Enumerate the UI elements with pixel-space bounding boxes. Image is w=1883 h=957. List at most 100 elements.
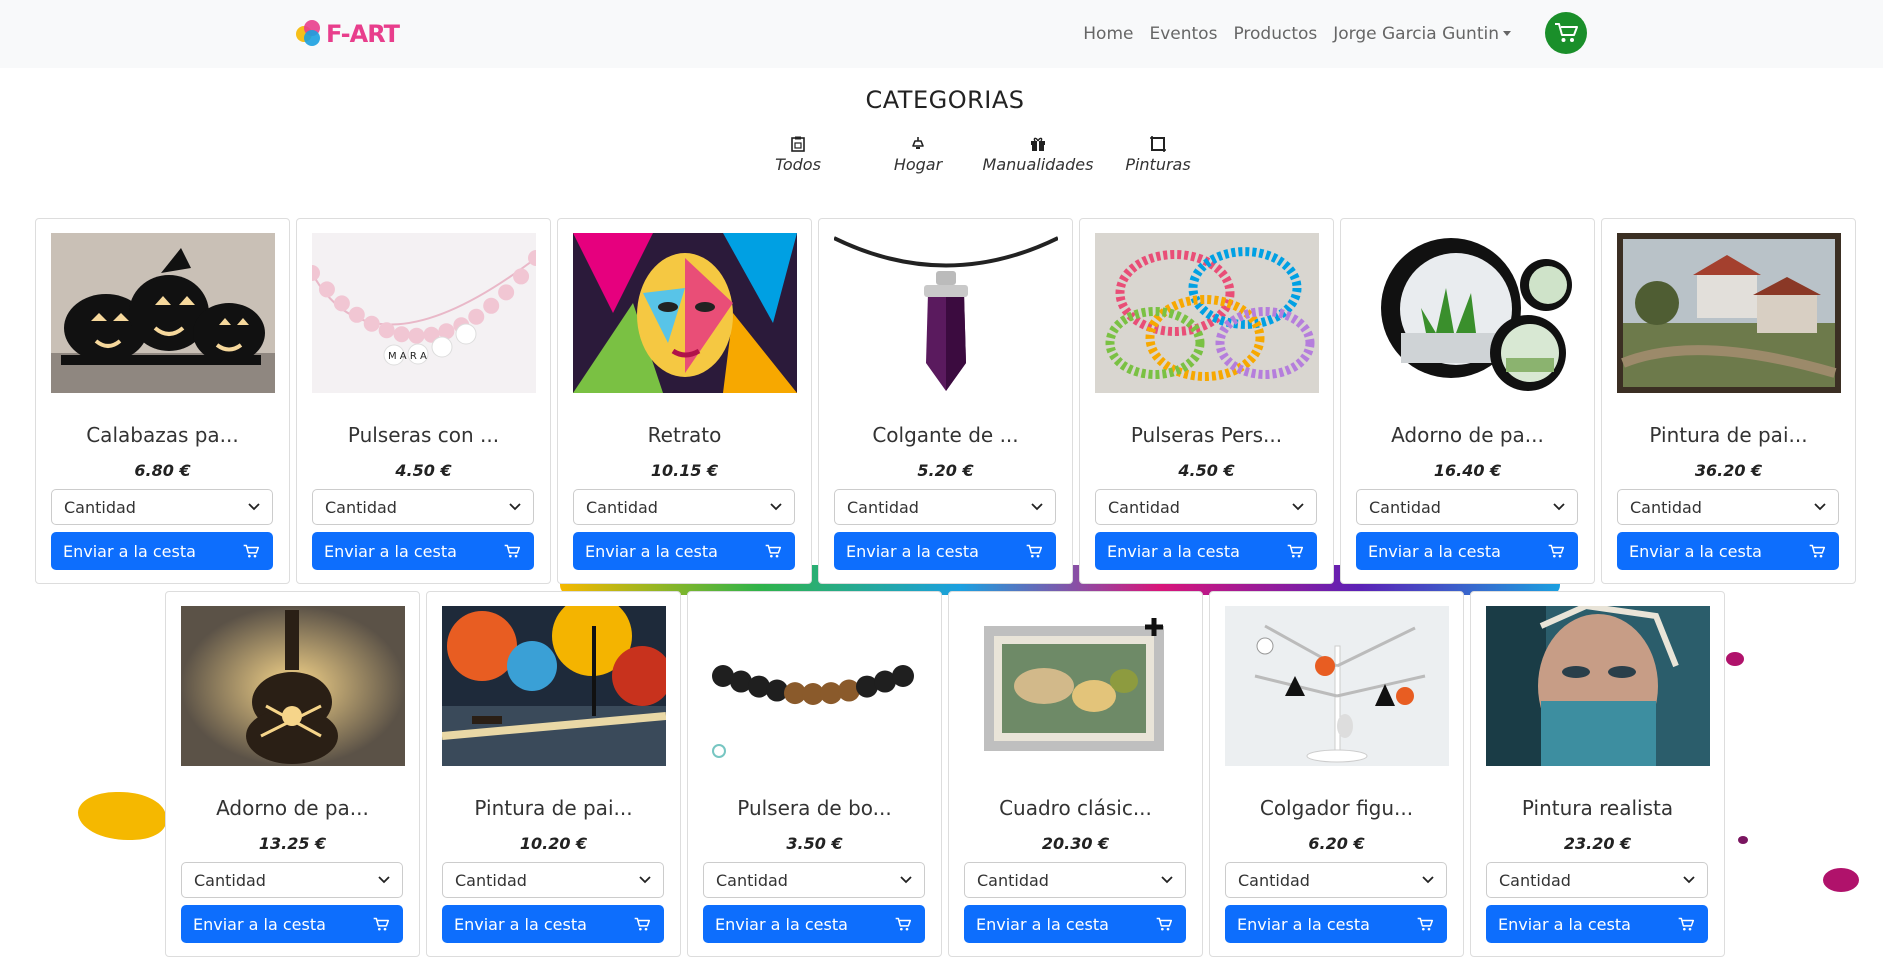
quantity-select-value: Cantidad: [194, 870, 266, 890]
add-to-cart-button[interactable]: Enviar a la cesta: [1486, 905, 1708, 943]
add-to-cart-label: Enviar a la cesta: [1107, 541, 1240, 561]
add-to-cart-label: Enviar a la cesta: [585, 541, 718, 561]
quantity-select[interactable]: Cantidad: [312, 489, 534, 525]
add-to-cart-label: Enviar a la cesta: [1368, 541, 1501, 561]
product-image[interactable]: [1095, 233, 1319, 393]
category-label: Manualidades: [982, 155, 1094, 174]
category-label: Todos: [775, 155, 821, 174]
product-image[interactable]: [1486, 606, 1710, 766]
quantity-select[interactable]: Cantidad: [1617, 489, 1839, 525]
product-image[interactable]: [51, 233, 275, 393]
nav-productos[interactable]: Productos: [1233, 24, 1317, 44]
brand-logo[interactable]: F-ART: [296, 19, 400, 49]
quantity-select[interactable]: Cantidad: [51, 489, 273, 525]
quantity-select-value: Cantidad: [847, 497, 919, 517]
category-manualidades[interactable]: Manualidades: [978, 136, 1098, 174]
product-price: 13.25 €: [258, 834, 327, 853]
product-image[interactable]: [442, 606, 666, 766]
product-row: Calabazas pa... 6.80 € Cantidad Enviar a…: [35, 218, 1856, 584]
category-todos[interactable]: Todos: [738, 136, 858, 174]
product-card: Cuadro clásic... 20.30 € Cantidad Enviar…: [948, 591, 1203, 957]
quantity-select[interactable]: Cantidad: [181, 862, 403, 898]
product-image[interactable]: [703, 606, 927, 766]
quantity-select[interactable]: Cantidad: [1356, 489, 1578, 525]
product-price: 23.20 €: [1563, 834, 1632, 853]
chevron-down-icon: [1031, 503, 1043, 511]
cart-icon: [373, 917, 389, 930]
quantity-select[interactable]: Cantidad: [1225, 862, 1447, 898]
product-card: Colgador figu... 6.20 € Cantidad Enviar …: [1209, 591, 1464, 957]
product-image[interactable]: [1356, 233, 1580, 393]
product-image[interactable]: [1617, 233, 1841, 393]
quantity-select[interactable]: Cantidad: [573, 489, 795, 525]
product-image[interactable]: [834, 233, 1058, 393]
chevron-down-icon: [1292, 503, 1304, 511]
chevron-down-icon: [1161, 876, 1173, 884]
add-to-cart-button[interactable]: Enviar a la cesta: [573, 532, 795, 570]
product-image[interactable]: [181, 606, 405, 766]
product-name: Calabazas pa...: [86, 423, 239, 447]
logo-icon: [296, 20, 324, 48]
product-image[interactable]: M A R A: [312, 233, 536, 393]
cart-button[interactable]: [1545, 12, 1587, 54]
nav-eventos[interactable]: Eventos: [1149, 24, 1217, 44]
add-to-cart-label: Enviar a la cesta: [976, 914, 1109, 934]
category-label: Hogar: [893, 155, 943, 174]
paint-splash: [1726, 652, 1744, 666]
product-card: Pulsera de bo... 3.50 € Cantidad Enviar …: [687, 591, 942, 957]
add-to-cart-label: Enviar a la cesta: [846, 541, 979, 561]
category-filter: Todos Hogar Manualidades Pinturas: [738, 136, 1218, 174]
product-card: Pulseras Pers... 4.50 € Cantidad Enviar …: [1079, 218, 1334, 584]
quantity-select[interactable]: Cantidad: [1486, 862, 1708, 898]
add-to-cart-button[interactable]: Enviar a la cesta: [964, 905, 1186, 943]
navbar: F-ART Home Eventos Productos Jorge Garci…: [0, 0, 1883, 68]
quantity-select-value: Cantidad: [1238, 870, 1310, 890]
nav-home[interactable]: Home: [1083, 24, 1133, 44]
add-to-cart-button[interactable]: Enviar a la cesta: [1356, 532, 1578, 570]
product-image[interactable]: [573, 233, 797, 393]
quantity-select[interactable]: Cantidad: [703, 862, 925, 898]
add-to-cart-label: Enviar a la cesta: [1237, 914, 1370, 934]
product-name: Pulsera de bo...: [737, 796, 892, 820]
quantity-select[interactable]: Cantidad: [964, 862, 1186, 898]
add-to-cart-label: Enviar a la cesta: [324, 541, 457, 561]
category-hogar[interactable]: Hogar: [858, 136, 978, 174]
quantity-select[interactable]: Cantidad: [1095, 489, 1317, 525]
add-to-cart-button[interactable]: Enviar a la cesta: [1617, 532, 1839, 570]
chevron-down-icon: [1683, 876, 1695, 884]
add-to-cart-button[interactable]: Enviar a la cesta: [703, 905, 925, 943]
chevron-down-icon: [1422, 876, 1434, 884]
product-price: 10.15 €: [650, 461, 719, 480]
product-price: 4.50 €: [395, 461, 452, 480]
add-to-cart-button[interactable]: Enviar a la cesta: [834, 532, 1056, 570]
add-to-cart-button[interactable]: Enviar a la cesta: [1225, 905, 1447, 943]
product-image[interactable]: [1225, 606, 1449, 766]
cart-icon: [1156, 917, 1172, 930]
chevron-down-icon: [770, 503, 782, 511]
quantity-select-value: Cantidad: [716, 870, 788, 890]
quantity-select-value: Cantidad: [586, 497, 658, 517]
chevron-down-icon: [1814, 503, 1826, 511]
add-to-cart-button[interactable]: Enviar a la cesta: [312, 532, 534, 570]
product-card: Colgante de ... 5.20 € Cantidad Enviar a…: [818, 218, 1073, 584]
user-dropdown[interactable]: Jorge Garcia Guntin: [1333, 24, 1511, 44]
product-price: 4.50 €: [1178, 461, 1235, 480]
add-to-cart-button[interactable]: Enviar a la cesta: [51, 532, 273, 570]
chevron-down-icon: [509, 503, 521, 511]
product-name: Colgante de ...: [872, 423, 1019, 447]
product-image[interactable]: [964, 606, 1188, 766]
category-label: Pinturas: [1125, 155, 1191, 174]
cart-icon: [1287, 544, 1303, 557]
product-price: 5.20 €: [917, 461, 974, 480]
category-pinturas[interactable]: Pinturas: [1098, 136, 1218, 174]
quantity-select[interactable]: Cantidad: [442, 862, 664, 898]
add-to-cart-button[interactable]: Enviar a la cesta: [1095, 532, 1317, 570]
chevron-down-icon: [900, 876, 912, 884]
product-name: Colgador figu...: [1259, 796, 1414, 820]
quantity-select[interactable]: Cantidad: [834, 489, 1056, 525]
product-price: 3.50 €: [786, 834, 843, 853]
product-card: M A R A Pulseras con ... 4.50 € Cantidad…: [296, 218, 551, 584]
add-to-cart-button[interactable]: Enviar a la cesta: [442, 905, 664, 943]
add-to-cart-button[interactable]: Enviar a la cesta: [181, 905, 403, 943]
chevron-down-icon: [1553, 503, 1565, 511]
